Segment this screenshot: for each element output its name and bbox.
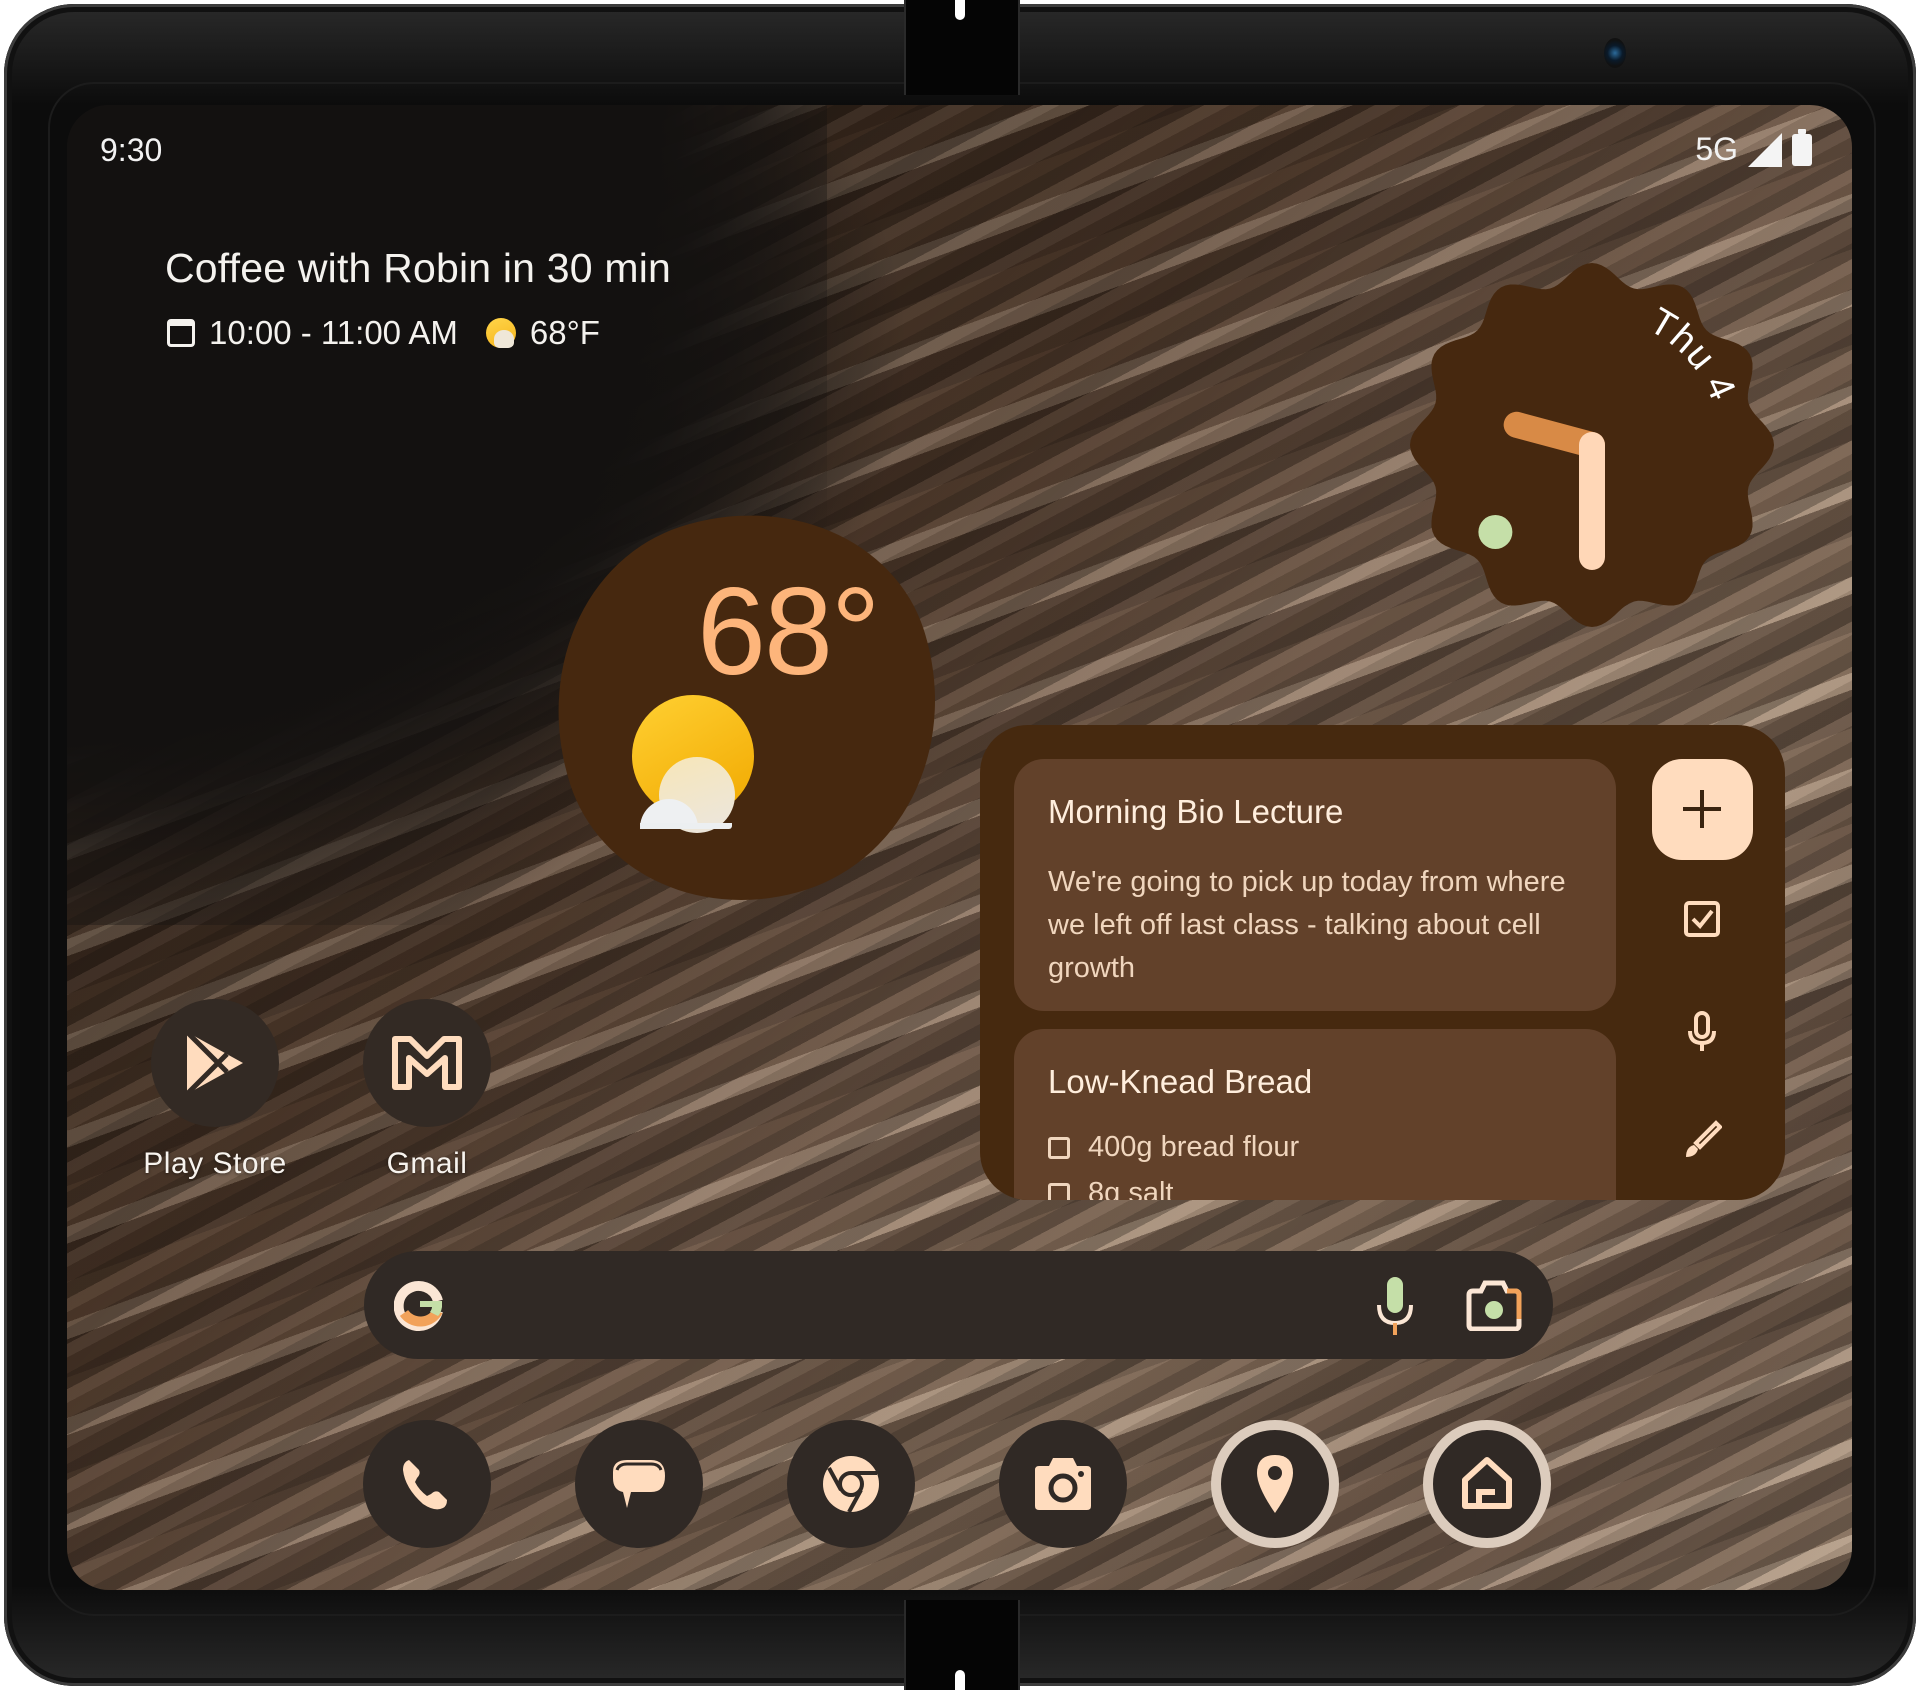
checklist-label: 8g salt	[1088, 1177, 1174, 1200]
checklist-label: 400g bread flour	[1088, 1131, 1300, 1163]
note-card[interactable]: Morning Bio Lecture We're going to pick …	[1014, 759, 1616, 1011]
chrome-icon	[823, 1456, 879, 1513]
hinge-gap-bottom	[955, 1670, 965, 1690]
gmail-icon	[363, 999, 491, 1127]
home-screen: 9:30 5G Coffee with Robin in 30 min 10:0…	[67, 105, 1852, 1590]
checkbox[interactable]	[1048, 1182, 1070, 1200]
keep-notes-widget: Morning Bio Lecture We're going to pick …	[980, 725, 1785, 1200]
brush-icon[interactable]	[1682, 1119, 1722, 1159]
microphone-icon[interactable]	[1682, 1011, 1722, 1051]
google-g-icon[interactable]	[394, 1279, 446, 1331]
app-label: Gmail	[386, 1147, 468, 1180]
dock-maps[interactable]	[1211, 1420, 1339, 1548]
glance-temperature[interactable]: 68°F	[530, 314, 600, 352]
phone-icon	[403, 1460, 447, 1510]
event-title[interactable]: Coffee with Robin in 30 min	[165, 245, 671, 292]
app-label: Play Store	[143, 1147, 287, 1180]
dock-home[interactable]	[1423, 1420, 1551, 1548]
google-search-bar[interactable]	[364, 1251, 1553, 1359]
cell-signal-icon	[1748, 132, 1782, 167]
dock-phone[interactable]	[363, 1420, 491, 1548]
new-note-button[interactable]	[1652, 759, 1753, 860]
network-type: 5G	[1695, 131, 1738, 167]
app-gmail[interactable]: Gmail	[327, 999, 527, 1181]
event-time: 10:00 - 11:00 AM	[209, 314, 458, 351]
weather-temperature: 68°	[697, 563, 881, 701]
checkbox[interactable]	[1048, 1136, 1070, 1159]
messages-icon	[613, 1460, 665, 1508]
note-card[interactable]: Low-Knead Bread 400g bread flour 8g salt	[1014, 1029, 1616, 1200]
camera-lens-icon[interactable]	[1465, 1279, 1523, 1331]
status-time: 9:30	[100, 132, 163, 168]
status-icons: 5G	[1695, 128, 1812, 168]
cloud-shape	[640, 823, 732, 829]
partly-sunny-icon	[485, 318, 516, 348]
app-play-store[interactable]: Play Store	[115, 999, 315, 1181]
dock-messages[interactable]	[575, 1420, 703, 1548]
microphone-icon[interactable]	[1375, 1275, 1415, 1337]
play-store-icon	[151, 999, 279, 1127]
note-body: We're going to pick up today from where …	[1048, 866, 1566, 984]
event-details: 10:00 - 11:00 AM 68°F	[165, 314, 671, 352]
dock-camera[interactable]	[999, 1420, 1127, 1548]
notes-actions	[1652, 759, 1753, 1157]
checklist-item[interactable]: 400g bread flour	[1048, 1131, 1299, 1164]
camera-icon	[1035, 1458, 1091, 1510]
note-title: Morning Bio Lecture	[1048, 793, 1344, 830]
home-icon	[1462, 1457, 1512, 1509]
calendar-icon	[167, 319, 195, 347]
clock-widget[interactable]: Thu 4	[1402, 255, 1782, 635]
battery-full-icon	[1792, 128, 1812, 166]
checkbox-icon[interactable]	[1682, 899, 1722, 939]
dock-chrome[interactable]	[787, 1420, 915, 1548]
front-camera	[1604, 38, 1626, 68]
at-a-glance-widget[interactable]: Coffee with Robin in 30 min 10:00 - 11:0…	[165, 245, 671, 352]
checklist-item[interactable]: 8g salt	[1048, 1177, 1173, 1200]
map-pin-icon	[1257, 1455, 1293, 1513]
hinge-gap-top	[955, 0, 965, 20]
note-title: Low-Knead Bread	[1048, 1063, 1313, 1100]
clock-dot	[1478, 514, 1513, 549]
